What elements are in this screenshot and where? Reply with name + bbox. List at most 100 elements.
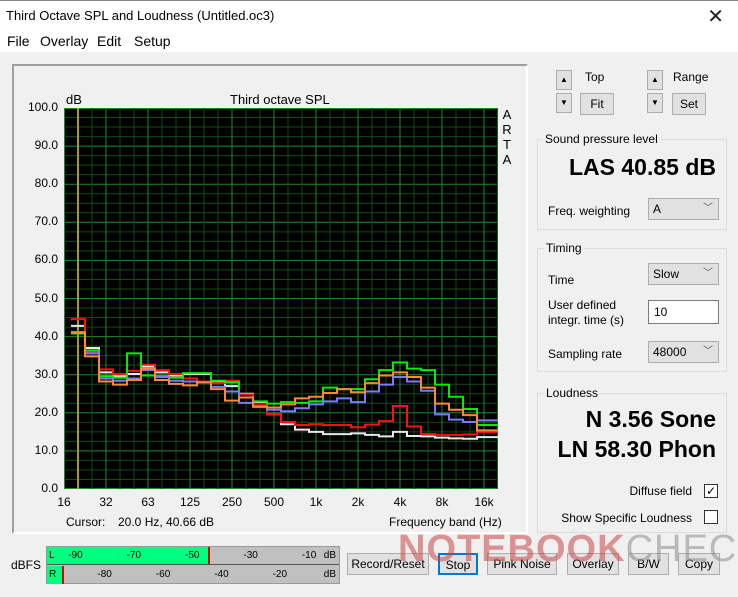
menu-bar: File Overlay Edit Setup — [0, 30, 738, 52]
meter-tick-label: -40 — [214, 569, 229, 580]
x-tick-label: 16 — [57, 495, 71, 509]
integr-time-input[interactable]: 10 — [648, 300, 719, 324]
sampling-rate-select[interactable]: 48000 ﹀ — [648, 341, 719, 363]
menu-edit[interactable]: Edit — [97, 33, 121, 49]
freq-weighting-select[interactable]: A ﹀ — [648, 198, 719, 220]
freq-weighting-label: Freq. weighting — [548, 204, 631, 218]
close-icon[interactable]: ✕ — [707, 4, 724, 29]
pink-noise-button[interactable]: Pink Noise — [487, 553, 557, 575]
x-tick-label: 16k — [474, 495, 494, 509]
specific-loudness-label: Show Specific Loudness — [561, 511, 692, 525]
menu-overlay[interactable]: Overlay — [40, 33, 88, 49]
spl-group-label: Sound pressure level — [543, 132, 660, 146]
down-arrow-icon: ▼ — [651, 98, 659, 107]
arta-letter: T — [503, 137, 511, 152]
chart-title: Third octave SPL — [230, 92, 330, 107]
chevron-down-icon: ﹀ — [703, 346, 713, 357]
y-tick-label: 70.0 — [34, 214, 58, 229]
y-tick-label: 30.0 — [34, 366, 58, 381]
integr-time-label-2: integr. time (s) — [548, 313, 625, 327]
range-down-button[interactable]: ▼ — [647, 93, 663, 113]
x-tick-label: 500 — [263, 495, 285, 509]
cursor-value: 20.0 Hz, 40.66 dB — [118, 515, 215, 529]
meter-peak-marker — [61, 566, 64, 584]
x-tick-label: 4k — [393, 495, 407, 509]
y-tick-label: 40.0 — [34, 328, 58, 343]
y-tick-label: 50.0 — [34, 290, 58, 305]
up-arrow-icon: ▲ — [560, 75, 568, 84]
loudness-phon-value: LN 58.30 Phon — [557, 436, 716, 462]
sampling-rate-value: 48000 — [653, 345, 687, 359]
freq-weighting-value: A — [653, 202, 662, 216]
spl-plot[interactable] — [64, 108, 498, 489]
x-tick-label: 125 — [179, 495, 201, 509]
x-tick-label: 63 — [141, 495, 155, 509]
meter-right-row: R -80 -60 -40 -20 dB — [47, 566, 339, 584]
timing-group-label: Timing — [544, 241, 584, 255]
meter-tick-label: -80 — [97, 569, 112, 580]
loudness-sone-value: N 3.56 Sone — [585, 406, 716, 432]
y-unit-label: dB — [66, 92, 82, 107]
arta-letter: A — [502, 152, 512, 167]
y-tick-label: 0.0 — [41, 481, 58, 495]
integr-time-label-1: User defined — [548, 298, 617, 312]
check-icon: ✓ — [705, 484, 717, 498]
arta-letter: A — [502, 107, 512, 122]
arta-letter: R — [502, 122, 512, 137]
y-tick-label: 100.0 — [27, 100, 58, 114]
level-meter: L -90 -70 -50 -30 -10 dB R -80 -60 -40 -20 dB — [46, 546, 340, 584]
y-tick-label: 80.0 — [34, 176, 58, 191]
x-tick-label: 8k — [435, 495, 449, 509]
y-tick-label: 20.0 — [34, 404, 58, 419]
time-value: Slow — [653, 267, 680, 281]
overlay-button[interactable]: Overlay — [567, 553, 619, 575]
time-label: Time — [548, 273, 575, 287]
meter-tick-label: -50 — [185, 550, 200, 561]
up-arrow-icon: ▲ — [651, 75, 659, 84]
record-reset-button[interactable]: Record/Reset — [347, 553, 429, 575]
top-label: Top — [585, 70, 605, 84]
channel-label: R — [49, 569, 57, 580]
y-tick-label: 10.0 — [34, 442, 58, 457]
meter-tick-label: -60 — [155, 569, 171, 580]
x-tick-label: 2k — [351, 495, 365, 509]
y-tick-label: 90.0 — [34, 138, 58, 153]
cursor-label: Cursor: — [66, 515, 106, 529]
diffuse-field-checkbox[interactable]: ✓ — [704, 484, 718, 498]
top-down-button[interactable]: ▼ — [556, 93, 572, 113]
x-tick-label: 1k — [309, 495, 323, 509]
title-bar: Third Octave SPL and Loudness (Untitled.… — [0, 0, 738, 30]
copy-button[interactable]: Copy — [678, 553, 720, 575]
range-label: Range — [673, 70, 709, 84]
menu-file[interactable]: File — [7, 33, 30, 49]
spl-value: LAS 40.85 dB — [569, 154, 716, 180]
meter-tick-label: -10 — [301, 550, 317, 561]
x-tick-label: 32 — [99, 495, 113, 509]
time-select[interactable]: Slow ﹀ — [648, 263, 719, 285]
menu-setup[interactable]: Setup — [134, 33, 171, 49]
spl-group: Sound pressure level LAS 40.85 dB Freq. … — [537, 132, 727, 230]
meter-tick-label: -70 — [126, 550, 142, 561]
specific-loudness-checkbox[interactable] — [704, 510, 718, 524]
meter-unit: dB — [323, 569, 336, 580]
meter-unit: dB — [323, 550, 336, 561]
meter-tick-label: -20 — [272, 569, 288, 580]
chevron-down-icon: ﹀ — [703, 203, 713, 214]
diffuse-field-label: Diffuse field — [629, 484, 692, 498]
meter-tick-label: -90 — [68, 550, 83, 561]
x-tick-label: 250 — [221, 495, 243, 509]
loudness-group: Loudness N 3.56 Sone LN 58.30 Phon Diffu… — [537, 386, 727, 533]
x-axis-title: Frequency band (Hz) — [389, 515, 502, 529]
fit-button[interactable]: Fit — [580, 93, 614, 115]
set-button[interactable]: Set — [672, 93, 706, 115]
stop-button[interactable]: Stop — [438, 553, 478, 575]
timing-group: Timing Time Slow ﹀ User defined integr. … — [537, 241, 727, 372]
loudness-group-label: Loudness — [544, 386, 601, 400]
sampling-rate-label: Sampling rate — [548, 347, 623, 361]
range-up-button[interactable]: ▲ — [647, 70, 663, 90]
chevron-down-icon: ﹀ — [703, 268, 713, 279]
meter-tick-label: -30 — [243, 550, 258, 561]
bw-button[interactable]: B/W — [628, 553, 669, 575]
meter-left-row: L -90 -70 -50 -30 -10 dB — [47, 547, 339, 565]
top-up-button[interactable]: ▲ — [556, 70, 572, 90]
